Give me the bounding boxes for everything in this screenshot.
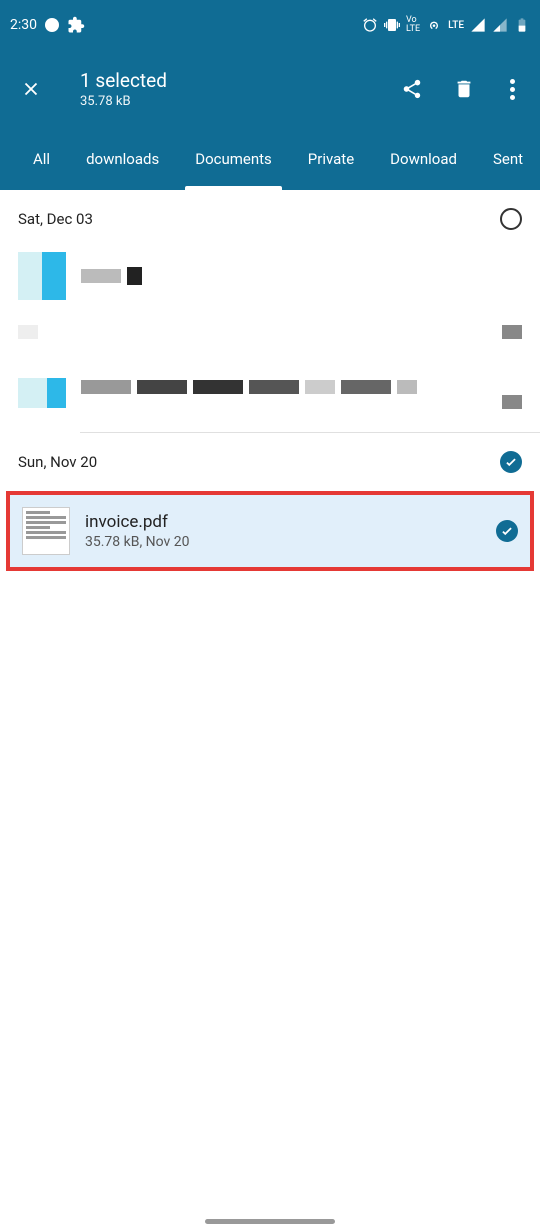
redacted-content <box>81 267 522 285</box>
close-button[interactable] <box>20 78 60 100</box>
status-bar: 2:30 VoLTE LTE <box>0 0 540 50</box>
file-thumbnail <box>18 252 66 300</box>
notification-dot-icon <box>45 18 59 32</box>
status-time: 2:30 <box>10 17 37 33</box>
file-meta: 35.78 kB, Nov 20 <box>85 534 481 550</box>
redacted-content <box>81 380 487 394</box>
tab-bar: All downloads Documents Private Download… <box>0 128 540 190</box>
selection-size: 35.78 kB <box>80 94 401 109</box>
volte-icon: VoLTE <box>406 16 420 34</box>
document-thumbnail <box>22 507 70 555</box>
section-date-2: Sun, Nov 20 <box>18 453 97 471</box>
tab-documents[interactable]: Documents <box>177 128 290 190</box>
date-header-2: Sun, Nov 20 <box>0 433 540 483</box>
tab-all[interactable]: All <box>15 128 68 190</box>
vibrate-icon <box>384 17 400 33</box>
battery-icon <box>514 17 530 33</box>
file-thumbnail <box>18 378 66 408</box>
lte-label: LTE <box>448 20 464 31</box>
delete-icon[interactable] <box>453 78 475 100</box>
hotspot-icon <box>426 17 442 33</box>
selection-title: 1 selected <box>80 69 401 92</box>
file-row-invoice[interactable]: invoice.pdf 35.78 kB, Nov 20 <box>6 491 534 571</box>
share-icon[interactable] <box>401 78 423 100</box>
redacted-marker <box>502 395 522 409</box>
file-selected-check[interactable] <box>496 520 518 542</box>
tab-sent[interactable]: Sent <box>475 128 540 190</box>
redacted-marker <box>502 325 522 339</box>
alarm-icon <box>362 17 378 33</box>
signal-icon <box>470 17 486 33</box>
select-all-section-2[interactable] <box>500 451 522 473</box>
file-row-redacted-1[interactable] <box>0 240 540 312</box>
section-date-1: Sat, Dec 03 <box>18 210 93 228</box>
file-row-redacted-3[interactable] <box>0 352 540 422</box>
tab-downloads[interactable]: downloads <box>68 128 177 190</box>
more-menu-icon[interactable] <box>505 74 520 105</box>
file-thumbnail <box>18 325 38 339</box>
tab-download[interactable]: Download <box>372 128 475 190</box>
date-header-1: Sat, Dec 03 <box>0 190 540 240</box>
signal2-icon <box>492 17 508 33</box>
home-indicator[interactable] <box>205 1219 335 1224</box>
tab-private[interactable]: Private <box>290 128 372 190</box>
app-bar: 1 selected 35.78 kB <box>0 50 540 128</box>
file-name: invoice.pdf <box>85 512 481 532</box>
extension-icon <box>67 16 85 34</box>
select-all-section-1[interactable] <box>500 208 522 230</box>
file-row-redacted-2[interactable] <box>0 312 540 352</box>
